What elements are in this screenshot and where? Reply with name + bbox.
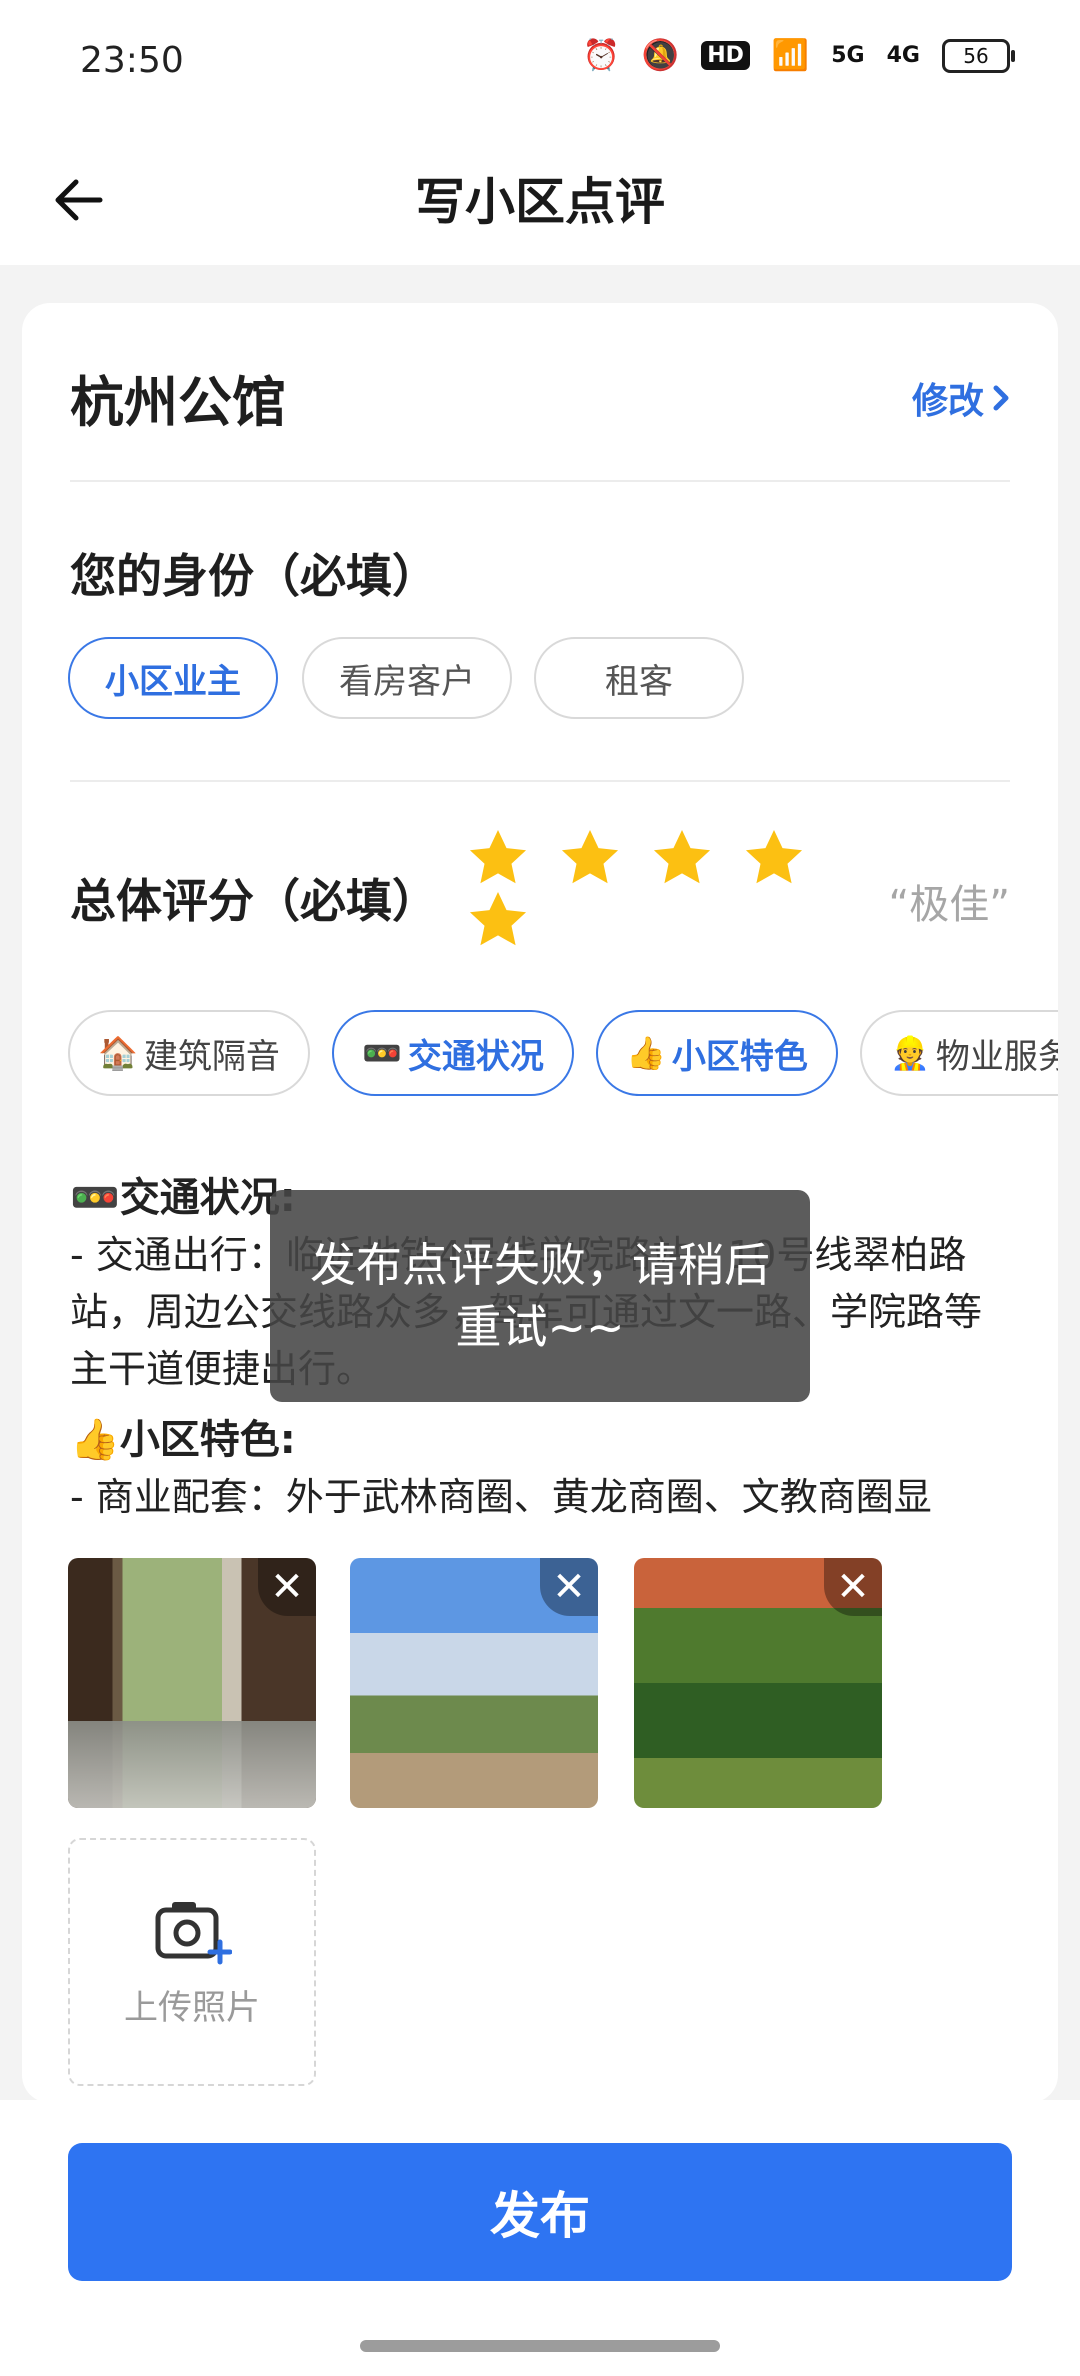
close-icon: ✕ <box>836 1564 870 1610</box>
remove-photo-button[interactable]: ✕ <box>824 1558 882 1616</box>
chip-label: 交通状况 <box>407 1036 544 1077</box>
star-icon[interactable] <box>465 825 531 891</box>
thumbs-up-icon: 👍 <box>70 1417 120 1463</box>
publish-button[interactable]: 发布 <box>68 2143 1012 2281</box>
chip-label: 物业服务 <box>935 1036 1058 1077</box>
status-bar: 23:50 ⏰ 🔕 HD 📶 5G 4G 56 <box>0 0 1080 130</box>
hd-badge: HD <box>701 41 750 70</box>
status-time: 23:50 <box>80 40 184 81</box>
close-icon: ✕ <box>270 1564 304 1610</box>
chevron-right-icon <box>993 385 1009 411</box>
community-name: 杭州公馆 <box>70 371 286 434</box>
remove-photo-button[interactable]: ✕ <box>540 1558 598 1616</box>
star-icon[interactable] <box>649 825 715 891</box>
worker-icon: 👷 <box>890 1034 930 1072</box>
star-icon[interactable] <box>741 825 807 891</box>
remove-photo-button[interactable]: ✕ <box>258 1558 316 1616</box>
error-toast: 发布点评失败，请稍后重试~~ <box>270 1190 810 1402</box>
rating-title: 总体评分（必填） <box>70 874 438 928</box>
nav-bar: 写小区点评 <box>0 130 1080 265</box>
identity-option-buyer[interactable]: 看房客户 <box>302 637 512 719</box>
network-5g: 5G <box>831 43 865 68</box>
star-icon[interactable] <box>465 887 531 953</box>
close-icon: ✕ <box>552 1564 586 1610</box>
divider <box>70 480 1010 482</box>
identity-option-tenant[interactable]: 租客 <box>534 637 744 719</box>
house-icon: 🏠 <box>98 1034 138 1072</box>
page-title: 写小区点评 <box>415 173 665 231</box>
thumbs-up-icon: 👍 <box>626 1034 666 1072</box>
traffic-light-icon: 🚥 <box>70 1175 120 1221</box>
review-section-features: 👍小区特色: <box>70 1417 296 1463</box>
review-features-body: - 商业配套：外于武林商圈、黄龙商圈、文教商圈显 <box>70 1475 932 1519</box>
battery-indicator: 56 <box>942 38 1015 73</box>
edit-community-button[interactable]: 修改 <box>912 372 1012 424</box>
chip-property-service[interactable]: 👷 物业服务 <box>860 1010 1058 1096</box>
chip-features[interactable]: 👍 小区特色 <box>596 1010 838 1096</box>
star-icon[interactable] <box>557 825 623 891</box>
identity-title: 您的身份（必填） <box>70 549 438 603</box>
category-chips: 🏠 建筑隔音 🚥 交通状况 👍 小区特色 👷 物业服务 <box>68 1010 1058 1100</box>
alarm-icon: ⏰ <box>582 38 620 73</box>
photo-thumbnail[interactable]: ✕ <box>350 1558 598 1808</box>
mute-icon: 🔕 <box>641 38 680 73</box>
identity-option-owner[interactable]: 小区业主 <box>68 637 278 719</box>
camera-plus-icon <box>155 1901 232 1964</box>
chip-label: 小区特色 <box>671 1036 808 1077</box>
network-4g: 4G <box>886 43 920 68</box>
photo-thumbnail[interactable]: ✕ <box>68 1558 316 1808</box>
edit-label: 修改 <box>911 381 984 422</box>
upload-photo-button[interactable]: 上传照片 <box>68 1838 316 2086</box>
traffic-light-icon: 🚥 <box>362 1034 402 1072</box>
rating-label: “极佳” <box>888 882 1010 928</box>
chip-traffic[interactable]: 🚥 交通状况 <box>332 1010 574 1096</box>
photo-thumbnail[interactable]: ✕ <box>634 1558 882 1808</box>
status-icons: ⏰ 🔕 HD 📶 5G 4G 56 <box>582 38 1015 73</box>
chip-label: 建筑隔音 <box>143 1036 280 1077</box>
home-indicator[interactable] <box>360 2340 720 2352</box>
divider <box>70 780 1010 782</box>
chip-soundproofing[interactable]: 🏠 建筑隔音 <box>68 1010 310 1096</box>
wifi-icon: 📶 <box>771 38 810 73</box>
upload-label: 上传照片 <box>124 1987 260 2028</box>
